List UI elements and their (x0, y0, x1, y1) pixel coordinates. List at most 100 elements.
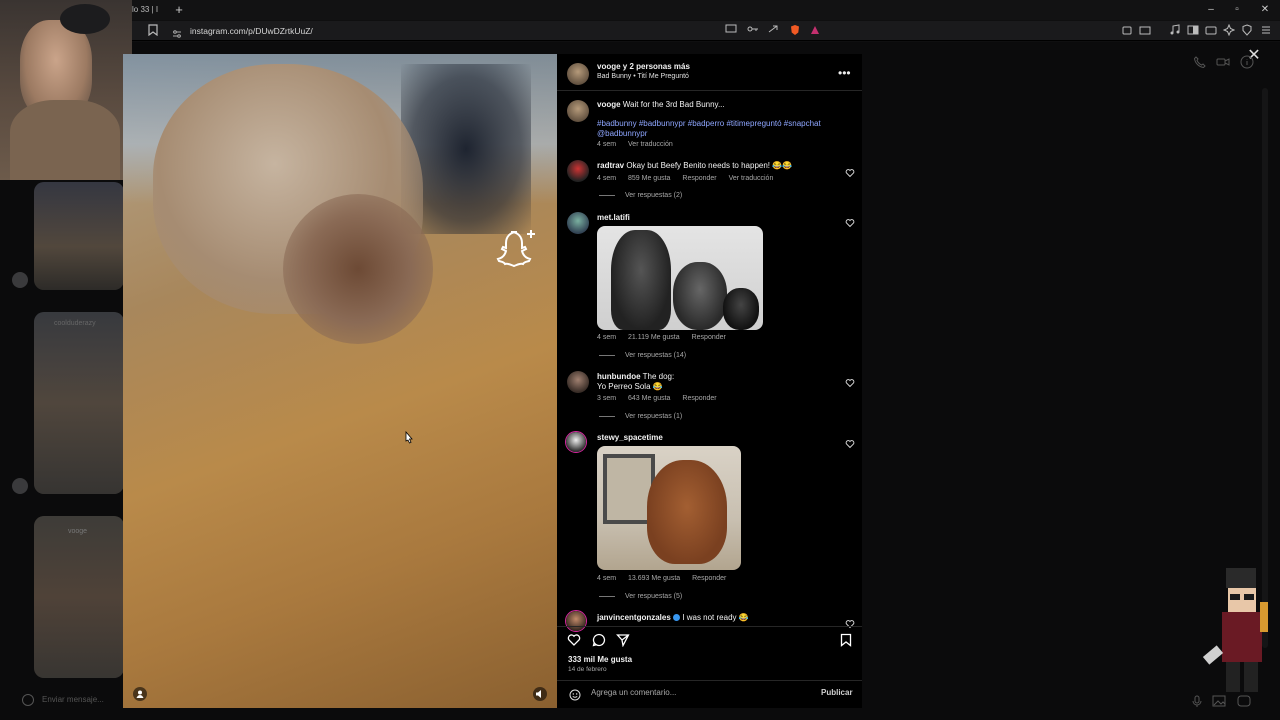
comment-text: I was not ready 😂 (682, 613, 749, 622)
browser-tab[interactable]: lo 33 | I (132, 2, 166, 18)
view-replies-button[interactable]: Ver respuestas (2) (599, 192, 682, 199)
vpn-icon[interactable] (1240, 24, 1254, 38)
mouse-cursor-icon (403, 430, 415, 447)
maximize-button[interactable]: ▫ (1230, 3, 1244, 17)
webcam-overlay (0, 0, 132, 180)
tagged-user-icon[interactable] (133, 687, 147, 701)
reply-button[interactable]: Responder (682, 175, 716, 182)
publish-button[interactable]: Publicar (821, 688, 853, 697)
volume-icon[interactable] (533, 687, 547, 701)
caption-meta: 4 sem Ver traducción (597, 140, 683, 150)
like-comment-icon[interactable] (845, 165, 855, 178)
message-video-thumbnail-2[interactable]: coolduderazy (34, 312, 124, 494)
sticker-icon[interactable] (1237, 694, 1251, 707)
comment-body: hunbundoe The dog: (597, 372, 674, 382)
sidebar-icon[interactable] (1186, 24, 1200, 38)
browser-tab-bar (0, 0, 1280, 20)
comment-user[interactable]: hunbundoe (597, 372, 641, 381)
divider (557, 680, 862, 681)
divider (557, 90, 862, 91)
video-call-icon[interactable] (1216, 55, 1230, 69)
caption-hashtags[interactable]: #badbunny #badbunnypr #badperro #titimep… (597, 119, 857, 139)
like-post-icon[interactable] (567, 633, 581, 652)
message-input[interactable]: Enviar mensaje... (18, 690, 128, 710)
commenter-avatar[interactable] (567, 160, 589, 182)
image-icon[interactable] (1212, 694, 1226, 707)
bookmark-icon[interactable] (146, 24, 160, 38)
comment-icon[interactable] (592, 633, 606, 652)
message-video-thumbnail-3[interactable]: vooge (34, 516, 124, 678)
post-likes[interactable]: 333 mil Me gusta (568, 655, 632, 664)
key-icon[interactable] (746, 24, 760, 38)
wallet-icon[interactable] (1138, 24, 1152, 38)
face-swap-overlay (283, 194, 433, 344)
save-post-icon[interactable] (840, 633, 852, 652)
like-comment-icon[interactable] (845, 436, 855, 449)
more-options-icon[interactable]: ••• (838, 66, 851, 80)
comment-image-horse-dogs[interactable] (597, 226, 763, 330)
brave-shield-icon[interactable] (788, 24, 802, 38)
comment-likes[interactable]: 13.693 Me gusta (628, 575, 680, 582)
extensions-icon[interactable] (1120, 24, 1134, 38)
comment-user[interactable]: met.latifi (597, 213, 630, 223)
new-tab-button[interactable]: + (172, 2, 186, 18)
comment-image-shocked-dog[interactable] (597, 446, 741, 570)
brave-rewards-icon[interactable] (808, 24, 822, 38)
comment-time: 4 sem (597, 575, 617, 582)
comment-user[interactable]: radtrav (597, 161, 624, 170)
window-close-button[interactable]: ✕ (1258, 3, 1272, 17)
caption-author-avatar[interactable] (567, 100, 589, 122)
emoji-picker-icon[interactable] (569, 688, 581, 701)
comment-meta: 3 sem 643 Me gusta Responder (597, 394, 727, 404)
comment-likes[interactable]: 21.119 Me gusta (628, 334, 680, 341)
comment-time: 4 sem (597, 175, 617, 182)
like-comment-icon[interactable] (845, 375, 855, 388)
reply-button[interactable]: Responder (692, 334, 726, 341)
post-audio[interactable]: Bad Bunny • Tití Me Preguntó (597, 73, 689, 80)
minimize-button[interactable]: – (1204, 3, 1218, 17)
view-replies-button[interactable]: Ver respuestas (14) (599, 352, 686, 359)
comment-likes[interactable]: 643 Me gusta (628, 395, 670, 402)
reply-button[interactable]: Responder (682, 395, 716, 402)
info-icon[interactable] (1240, 55, 1254, 69)
post-header-user[interactable]: vooge y 2 personas más (597, 62, 690, 72)
commenter-avatar[interactable] (567, 212, 589, 234)
comment-user[interactable]: stewy_spacetime (597, 433, 663, 443)
like-comment-icon[interactable] (845, 215, 855, 228)
menu-icon[interactable] (1259, 24, 1273, 38)
comments-panel: vooge y 2 personas más Bad Bunny • Tití … (557, 54, 862, 708)
comment-likes[interactable]: 859 Me gusta (628, 175, 670, 182)
translate-link[interactable]: Ver traducción (729, 175, 774, 182)
post-author-avatar[interactable] (567, 63, 589, 85)
like-comment-icon[interactable] (845, 616, 855, 629)
url-text: instagram.com/p/DUwDZrtkUuZ/ (190, 26, 313, 36)
share-post-icon[interactable] (616, 633, 630, 652)
comment-time: 4 sem (597, 334, 617, 341)
caption-translate-link[interactable]: Ver traducción (628, 141, 673, 148)
view-replies-button[interactable]: Ver respuestas (1) (599, 413, 682, 420)
comment-user[interactable]: janvincentgonzales (597, 613, 671, 622)
comment-body: radtrav Okay but Beefy Benito needs to h… (597, 161, 792, 171)
music-icon[interactable] (1168, 24, 1182, 38)
leo-ai-icon[interactable] (1222, 23, 1236, 38)
comment-meta: 4 sem 21.119 Me gusta Responder (597, 333, 736, 343)
message-video-thumbnail-1[interactable] (34, 182, 124, 290)
sender-avatar (12, 272, 28, 288)
comment-text-line-2: Yo Perreo Sola 😂 (597, 382, 663, 391)
comment-meta: 4 sem 859 Me gusta Responder Ver traducc… (597, 174, 783, 184)
sender-avatar-2 (12, 478, 28, 494)
view-replies-button[interactable]: Ver respuestas (5) (599, 593, 682, 600)
phone-call-icon[interactable] (1193, 55, 1207, 69)
wallet-2-icon[interactable] (1204, 24, 1218, 38)
comment-input[interactable]: Agrega un comentario... (591, 688, 676, 697)
commenter-avatar-with-story[interactable] (565, 431, 587, 453)
commenter-avatar[interactable] (567, 371, 589, 393)
microphone-icon[interactable] (1190, 694, 1204, 707)
caption-user[interactable]: vooge (597, 100, 621, 109)
post-video[interactable] (123, 54, 557, 708)
commenter-avatar-with-story[interactable] (565, 610, 587, 632)
comment-text: Okay but Beefy Benito needs to happen! 😂… (626, 161, 793, 170)
cast-icon[interactable] (724, 24, 738, 38)
reply-button[interactable]: Responder (692, 575, 726, 582)
share-icon[interactable] (766, 24, 780, 38)
